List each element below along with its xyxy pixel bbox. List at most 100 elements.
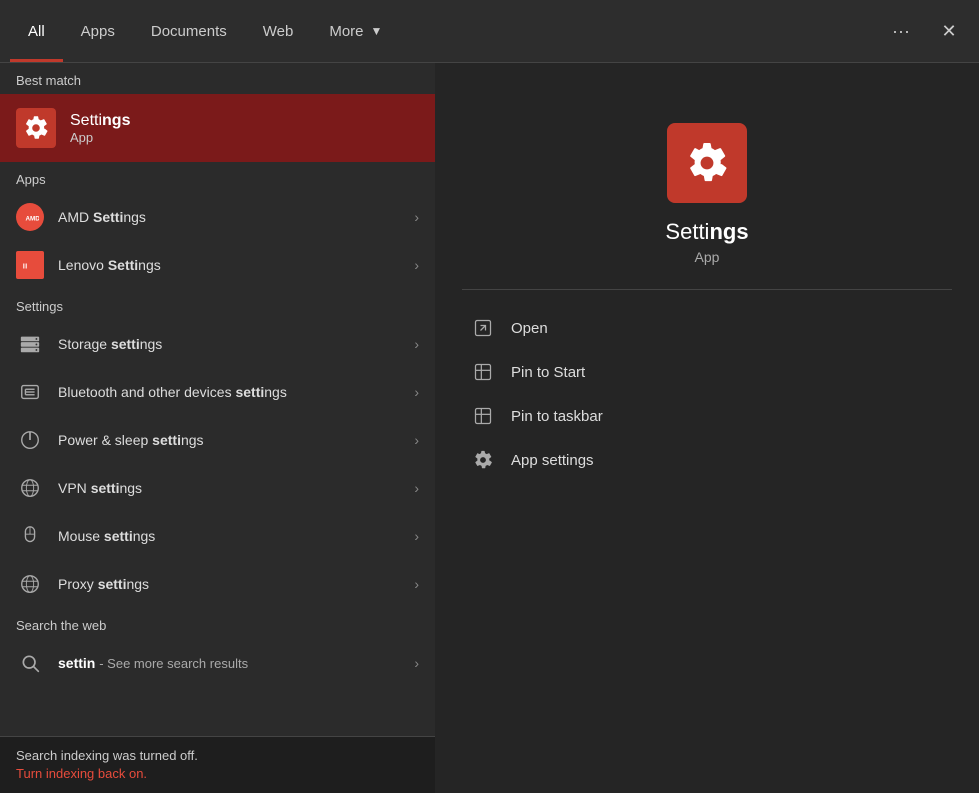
open-action[interactable]: Open — [455, 306, 959, 350]
tab-apps[interactable]: Apps — [63, 0, 133, 62]
tab-more[interactable]: More ▼ — [311, 0, 400, 62]
storage-svg-icon — [19, 333, 41, 355]
turn-indexing-on-link[interactable]: Turn indexing back on. — [16, 766, 147, 781]
pin-start-action[interactable]: Pin to Start — [455, 350, 959, 394]
amd-icon: AMD — [16, 203, 44, 231]
proxy-icon — [16, 570, 44, 598]
right-panel-app-type: App — [695, 249, 720, 265]
pin-taskbar-svg-icon — [473, 406, 493, 426]
vpn-icon — [16, 474, 44, 502]
power-icon — [16, 426, 44, 454]
power-chevron-icon: › — [414, 432, 419, 448]
app-settings-label: App settings — [511, 452, 594, 469]
tab-web-label: Web — [263, 23, 294, 40]
settings-app-icon — [16, 108, 56, 148]
close-icon: ✕ — [941, 21, 956, 42]
more-options-button[interactable]: ··· — [881, 11, 921, 51]
open-icon — [471, 316, 495, 340]
tab-all-label: All — [28, 23, 45, 40]
list-item-lenovo[interactable]: ||| Lenovo Settings › — [0, 241, 435, 289]
tab-apps-label: Apps — [81, 23, 115, 40]
search-web-item[interactable]: settin - See more search results › — [0, 639, 435, 687]
svg-text:AMD: AMD — [26, 216, 40, 223]
best-match-text: Settings App — [70, 112, 130, 145]
list-item-amd[interactable]: AMD AMD Settings › — [0, 193, 435, 241]
list-item-storage[interactable]: Storage settings › — [0, 320, 435, 368]
list-item-amd-text: AMD Settings — [58, 209, 400, 225]
tab-bar: All Apps Documents Web More ▼ ··· ✕ — [0, 0, 979, 63]
vpn-chevron-icon: › — [414, 480, 419, 496]
tab-all[interactable]: All — [10, 0, 63, 62]
bluetooth-svg-icon — [19, 381, 41, 403]
bottom-bar: Search indexing was turned off. Turn ind… — [0, 736, 435, 793]
pin-taskbar-action[interactable]: Pin to taskbar — [455, 394, 959, 438]
settings-section-label: Settings — [0, 289, 435, 320]
pin-taskbar-label: Pin to taskbar — [511, 408, 603, 425]
pin-taskbar-icon — [471, 404, 495, 428]
amd-logo-icon: AMD — [21, 208, 39, 226]
mouse-chevron-icon: › — [414, 528, 419, 544]
list-item-mouse-text: Mouse settings — [58, 528, 400, 544]
lenovo-chevron-icon: › — [414, 257, 419, 273]
tab-more-label: More — [329, 23, 363, 40]
right-panel: Settings App Open — [435, 63, 979, 793]
app-settings-svg-icon — [473, 450, 493, 470]
search-web-text: settin - See more search results — [58, 655, 400, 671]
chevron-down-icon: ▼ — [371, 24, 383, 38]
list-item-proxy[interactable]: Proxy settings › — [0, 560, 435, 608]
best-match-subtitle: App — [70, 130, 130, 145]
lenovo-icon: ||| — [16, 251, 44, 279]
tab-documents-label: Documents — [151, 23, 227, 40]
tab-documents[interactable]: Documents — [133, 0, 245, 62]
list-item-mouse[interactable]: Mouse settings › — [0, 512, 435, 560]
vpn-svg-icon — [19, 477, 41, 499]
list-item-proxy-text: Proxy settings — [58, 576, 400, 592]
app-settings-icon — [471, 448, 495, 472]
settings-gear-large-icon — [685, 141, 729, 185]
list-item-power-text: Power & sleep settings — [58, 432, 400, 448]
amd-chevron-icon: › — [414, 209, 419, 225]
list-item-vpn[interactable]: VPN settings › — [0, 464, 435, 512]
search-web-sub-text: - See more search results — [99, 656, 248, 671]
more-dots-icon: ··· — [892, 21, 910, 42]
bluetooth-icon — [16, 378, 44, 406]
storage-chevron-icon: › — [414, 336, 419, 352]
power-svg-icon — [19, 429, 41, 451]
tab-web[interactable]: Web — [245, 0, 312, 62]
main-content: Best match Settings App Apps AMD AMD Set… — [0, 63, 979, 793]
search-web-icon — [16, 649, 44, 677]
right-panel-app-title: Settings — [665, 219, 748, 245]
search-svg-icon — [20, 653, 40, 673]
gear-icon — [23, 115, 49, 141]
lenovo-logo-icon: ||| — [21, 256, 39, 274]
proxy-chevron-icon: › — [414, 576, 419, 592]
indexing-status-text: Search indexing was turned off. — [16, 748, 198, 763]
list-item-lenovo-text: Lenovo Settings — [58, 257, 400, 273]
mouse-icon — [16, 522, 44, 550]
open-svg-icon — [473, 318, 493, 338]
pin-start-label: Pin to Start — [511, 364, 585, 381]
settings-large-icon — [667, 123, 747, 203]
best-match-item[interactable]: Settings App — [0, 94, 435, 162]
close-button[interactable]: ✕ — [929, 11, 969, 51]
list-item-power[interactable]: Power & sleep settings › — [0, 416, 435, 464]
storage-icon — [16, 330, 44, 358]
search-web-label: Search the web — [0, 608, 435, 639]
pin-start-icon — [471, 360, 495, 384]
apps-section-label: Apps — [0, 162, 435, 193]
search-web-chevron-icon: › — [414, 655, 419, 671]
bluetooth-chevron-icon: › — [414, 384, 419, 400]
search-query-text: settin — [58, 655, 95, 671]
list-item-bluetooth-text: Bluetooth and other devices settings — [58, 384, 400, 400]
best-match-label: Best match — [0, 63, 435, 94]
app-settings-action[interactable]: App settings — [455, 438, 959, 482]
svg-text:|||: ||| — [23, 264, 28, 270]
left-panel: Best match Settings App Apps AMD AMD Set… — [0, 63, 435, 793]
proxy-svg-icon — [19, 573, 41, 595]
list-item-vpn-text: VPN settings — [58, 480, 400, 496]
list-item-bluetooth[interactable]: Bluetooth and other devices settings › — [0, 368, 435, 416]
pin-start-svg-icon — [473, 362, 493, 382]
open-label: Open — [511, 320, 548, 337]
mouse-svg-icon — [19, 525, 41, 547]
tab-actions: ··· ✕ — [881, 11, 969, 51]
